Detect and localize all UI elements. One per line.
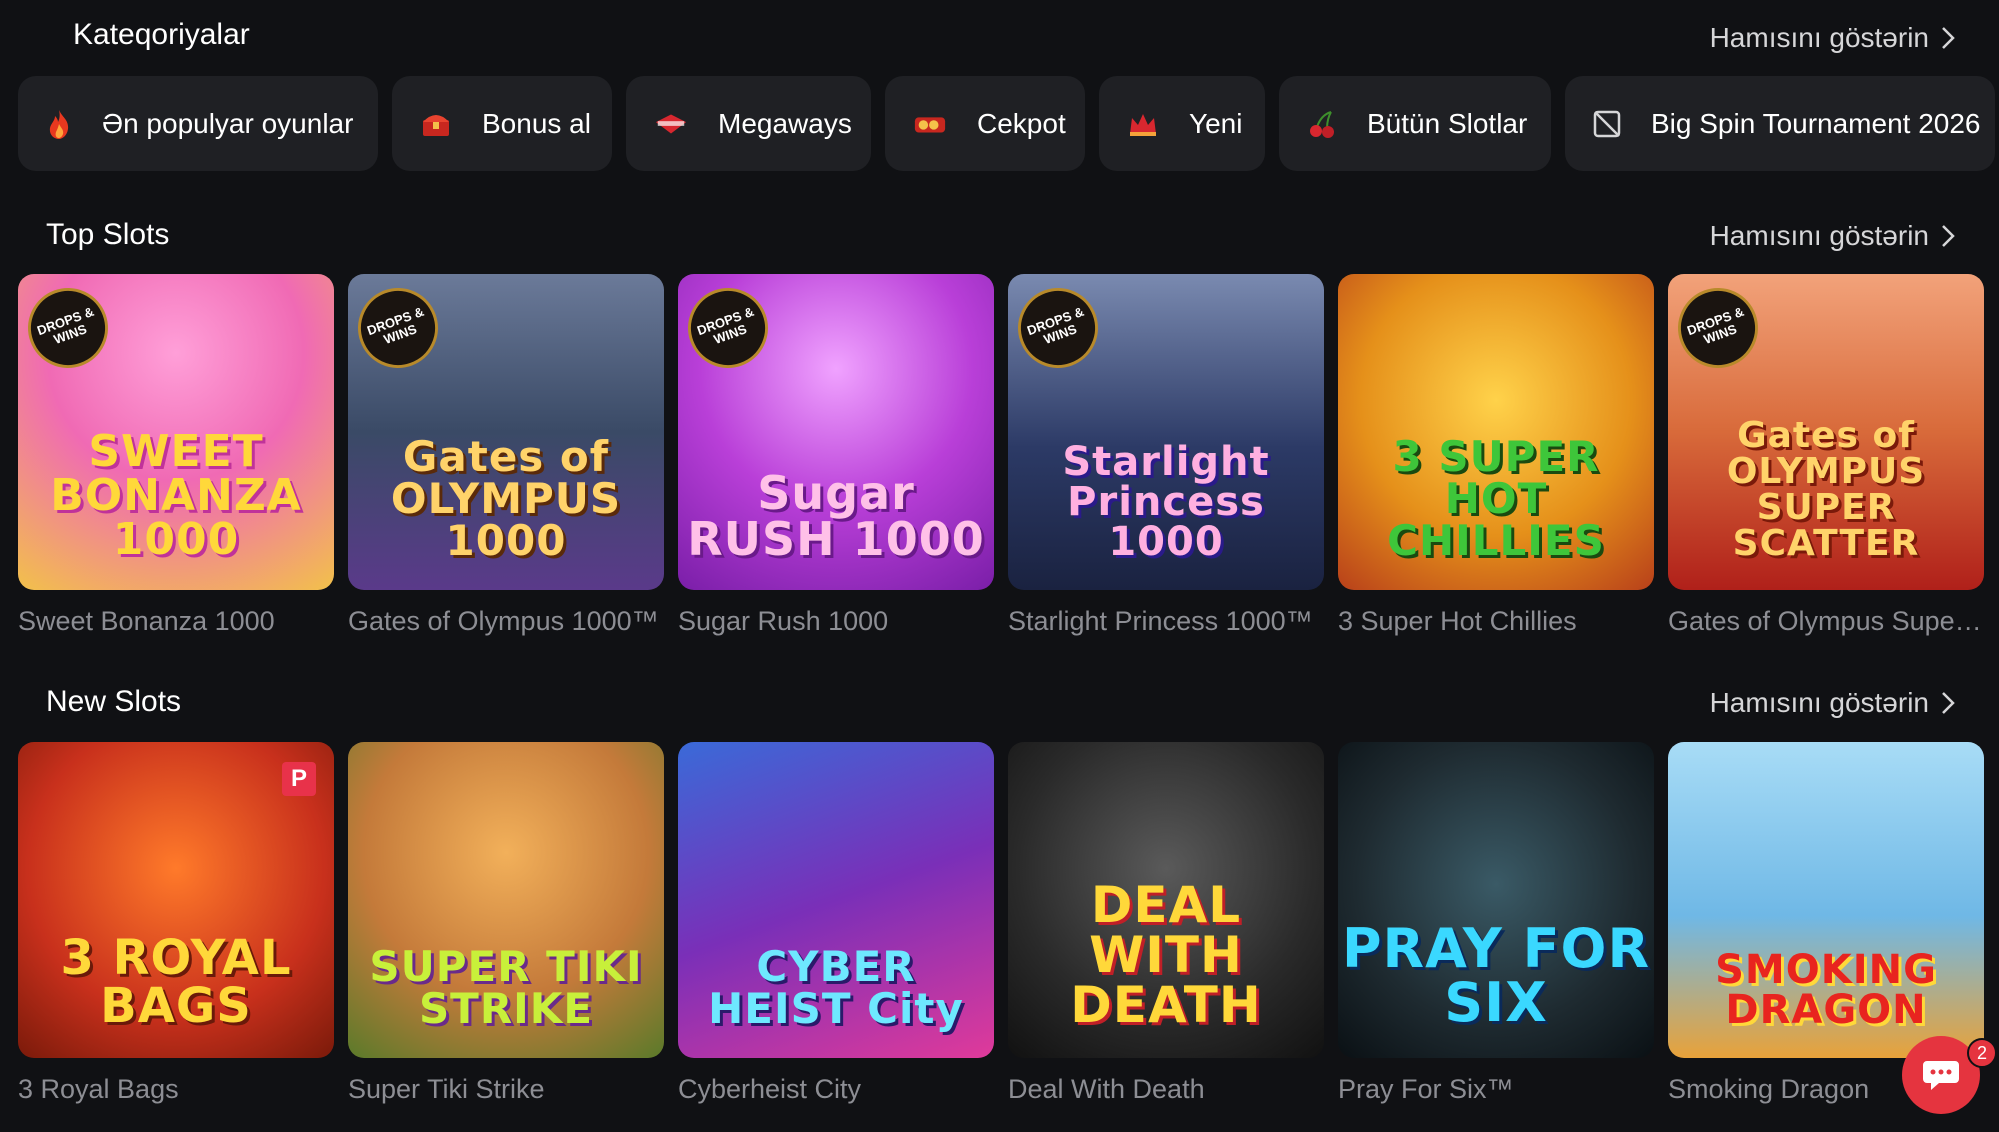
category-pill-all-slots[interactable]: Bütün Slotlar xyxy=(1279,76,1551,171)
game-thumbnail[interactable]: DROPS & WINS Gates of OLYMPUS 1000 xyxy=(348,274,664,590)
game-logo: PRAY FOR SIX xyxy=(1341,917,1651,1034)
game-logo: SMOKING DRAGON xyxy=(1715,947,1937,1033)
game-thumbnail[interactable]: DROPS & WINS Starlight Princess 1000 xyxy=(1008,274,1324,590)
jackpot-icon xyxy=(913,107,947,141)
crown-icon xyxy=(1127,107,1159,141)
see-all-label: Hamısını göstərin xyxy=(1709,687,1929,718)
provider-badge: P xyxy=(282,762,316,796)
new-slots-see-all-link[interactable]: Hamısını göstərin xyxy=(1710,687,1955,719)
game-thumbnail[interactable]: DROPS & WINS SWEET BONANZA 1000 xyxy=(18,274,334,590)
drops-wins-badge: DROPS & WINS xyxy=(1668,276,1770,380)
chevron-right-icon xyxy=(1942,692,1955,714)
category-pill-megaways[interactable]: Megaways xyxy=(626,76,871,171)
category-pill-bonus[interactable]: Bonus al xyxy=(392,76,612,171)
category-label: Ən populyar oyunlar xyxy=(102,107,354,139)
game-thumbnail[interactable]: SUPER TIKI STRIKE xyxy=(348,742,664,1058)
top-slots-title: Top Slots xyxy=(46,218,170,251)
image-placeholder-icon xyxy=(1593,107,1621,141)
game-logo: Sugar RUSH 1000 xyxy=(687,466,985,566)
game-card-gates-of-olympus-super-scatter[interactable]: DROPS & WINS Gates of OLYMPUS SUPER SCAT… xyxy=(1668,274,1984,637)
new-slots-title: New Slots xyxy=(46,685,182,718)
category-pill-big-spin-tournament[interactable]: Big Spin Tournament 2026 xyxy=(1565,76,1995,171)
drops-wins-badge: DROPS & WINS xyxy=(18,276,120,380)
top-slots-row: DROPS & WINS SWEET BONANZA 1000 Sweet Bo… xyxy=(18,274,1984,637)
new-slots-header: New Slots Hamısını göstərin xyxy=(0,679,1999,729)
drops-wins-badge: DROPS & WINS xyxy=(678,276,780,380)
category-label: Bonus al xyxy=(482,107,591,139)
category-label: Megaways xyxy=(718,107,852,139)
game-logo: 3 SUPER HOT CHILLIES xyxy=(1387,432,1605,565)
game-title: 3 Royal Bags xyxy=(18,1074,179,1104)
game-logo: CYBER HEIST City xyxy=(708,942,964,1033)
game-card-super-tiki-strike[interactable]: SUPER TIKI STRIKE Super Tiki Strike xyxy=(348,742,664,1105)
game-logo: 3 ROYAL BAGS xyxy=(60,930,292,1034)
chat-unread-badge: 2 xyxy=(1967,1038,1997,1068)
see-all-label: Hamısını göstərin xyxy=(1709,220,1929,251)
category-label: Big Spin Tournament 2026 xyxy=(1651,107,1981,139)
drops-wins-badge: DROPS & WINS xyxy=(1008,276,1110,380)
game-title: 3 Super Hot Chillies xyxy=(1338,606,1577,636)
category-pill-jackpot[interactable]: Cekpot xyxy=(885,76,1085,171)
chat-support-icon xyxy=(1923,1061,1959,1090)
game-thumbnail[interactable]: P 3 ROYAL BAGS xyxy=(18,742,334,1058)
game-title: Pray For Six™ xyxy=(1338,1074,1514,1104)
category-pill-row: Ən populyar oyunlar Bonus al Megaways Ce… xyxy=(18,76,1995,171)
categories-see-all-link[interactable]: Hamısını göstərin xyxy=(1710,22,1955,54)
categories-header: Kateqoriyalar Hamısını göstərin xyxy=(0,12,1999,62)
game-title: Gates of Olympus 1000™ xyxy=(348,606,659,636)
top-slots-see-all-link[interactable]: Hamısını göstərin xyxy=(1710,220,1955,252)
chevron-right-icon xyxy=(1942,225,1955,247)
game-thumbnail[interactable]: DROPS & WINS Sugar RUSH 1000 xyxy=(678,274,994,590)
game-logo: SWEET BONANZA 1000 xyxy=(50,426,302,565)
game-card-sweet-bonanza-1000[interactable]: DROPS & WINS SWEET BONANZA 1000 Sweet Bo… xyxy=(18,274,334,637)
game-title: Gates of Olympus Super Scatter xyxy=(1668,606,1984,636)
megaways-icon xyxy=(654,107,688,141)
game-thumbnail[interactable]: DROPS & WINS Gates of OLYMPUS SUPER SCAT… xyxy=(1668,274,1984,590)
game-card-gates-of-olympus-1000[interactable]: DROPS & WINS Gates of OLYMPUS 1000 Gates… xyxy=(348,274,664,637)
drops-wins-badge: DROPS & WINS xyxy=(348,276,450,380)
flame-icon xyxy=(46,107,72,141)
category-label: Cekpot xyxy=(977,107,1066,139)
game-logo: Gates of OLYMPUS 1000 xyxy=(390,432,622,565)
see-all-label: Hamısını göstərin xyxy=(1709,22,1929,53)
game-card-starlight-princess-1000[interactable]: DROPS & WINS Starlight Princess 1000 Sta… xyxy=(1008,274,1324,637)
top-slots-header: Top Slots Hamısını göstərin xyxy=(0,212,1999,262)
treasure-chest-icon xyxy=(420,107,452,141)
game-logo: Starlight Princess 1000 xyxy=(1062,439,1270,565)
chevron-right-icon xyxy=(1942,27,1955,49)
new-slots-row: P 3 ROYAL BAGS 3 Royal Bags SUPER TIKI S… xyxy=(18,742,1984,1105)
game-thumbnail[interactable]: 3 SUPER HOT CHILLIES xyxy=(1338,274,1654,590)
game-title: Deal With Death xyxy=(1008,1074,1205,1104)
game-title: Super Tiki Strike xyxy=(348,1074,545,1104)
game-title: Sugar Rush 1000 xyxy=(678,606,889,636)
game-title: Cyberheist City xyxy=(678,1074,862,1104)
game-card-3-royal-bags[interactable]: P 3 ROYAL BAGS 3 Royal Bags xyxy=(18,742,334,1105)
category-pill-popular[interactable]: Ən populyar oyunlar xyxy=(18,76,378,171)
category-pill-new[interactable]: Yeni xyxy=(1099,76,1265,171)
game-card-pray-for-six[interactable]: PRAY FOR SIX Pray For Six™ xyxy=(1338,742,1654,1105)
game-thumbnail[interactable]: SMOKING DRAGON xyxy=(1668,742,1984,1058)
game-logo: DEAL WITH DEATH xyxy=(1070,876,1262,1034)
game-thumbnail[interactable]: DEAL WITH DEATH xyxy=(1008,742,1324,1058)
game-card-sugar-rush-1000[interactable]: DROPS & WINS Sugar RUSH 1000 Sugar Rush … xyxy=(678,274,994,637)
game-card-deal-with-death[interactable]: DEAL WITH DEATH Deal With Death xyxy=(1008,742,1324,1105)
cherry-icon xyxy=(1307,107,1337,141)
categories-title: Kateqoriyalar xyxy=(73,18,250,51)
game-card-3-super-hot-chillies[interactable]: 3 SUPER HOT CHILLIES 3 Super Hot Chillie… xyxy=(1338,274,1654,637)
game-logo: SUPER TIKI STRIKE xyxy=(369,942,643,1033)
game-title: Starlight Princess 1000™ xyxy=(1008,606,1313,636)
game-thumbnail[interactable]: PRAY FOR SIX xyxy=(1338,742,1654,1058)
category-label: Bütün Slotlar xyxy=(1367,107,1528,139)
game-thumbnail[interactable]: CYBER HEIST City xyxy=(678,742,994,1058)
game-title: Sweet Bonanza 1000 xyxy=(18,606,275,636)
game-card-cyberheist-city[interactable]: CYBER HEIST City Cyberheist City xyxy=(678,742,994,1105)
category-label: Yeni xyxy=(1189,107,1243,139)
game-logo: Gates of OLYMPUS SUPER SCATTER xyxy=(1726,415,1926,564)
